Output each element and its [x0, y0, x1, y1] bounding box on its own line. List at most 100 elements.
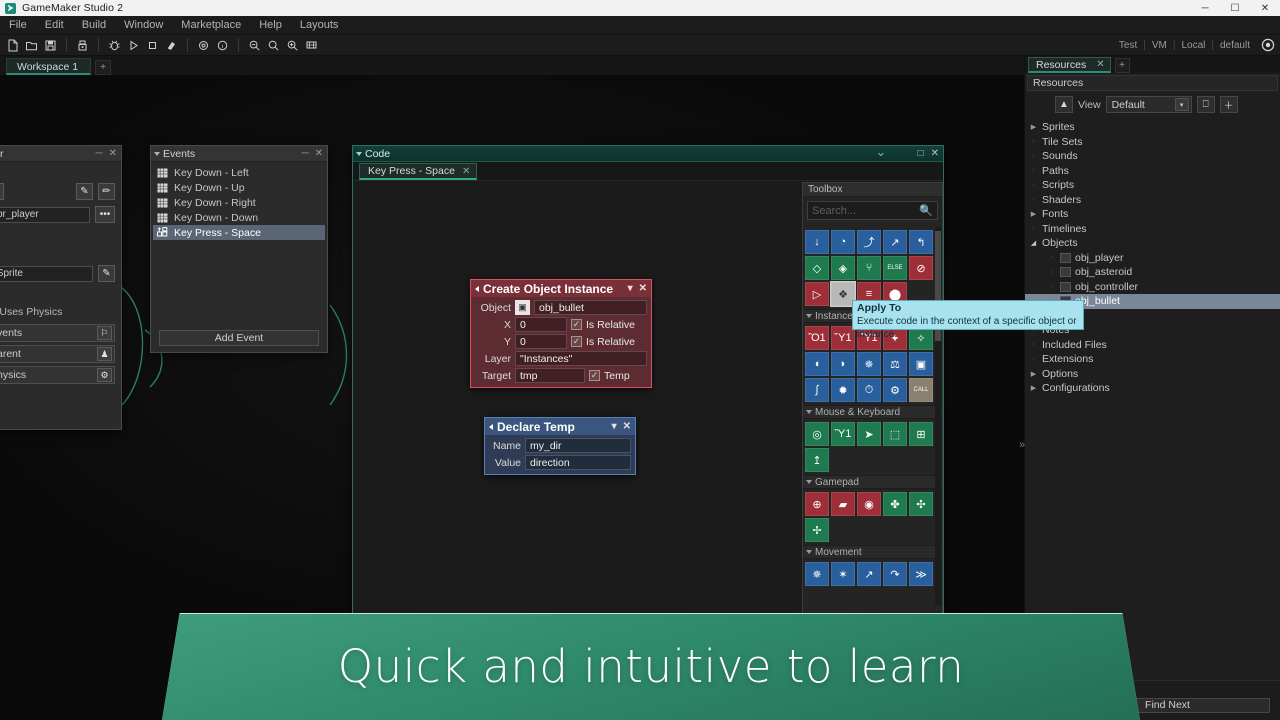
events-panel-minimize[interactable]: ─: [302, 148, 309, 159]
if-icon[interactable]: ◇: [805, 256, 829, 280]
resource-tree-item-scripts[interactable]: › Scripts: [1025, 178, 1280, 193]
x-field-value[interactable]: 0: [515, 317, 567, 332]
instance-weight-icon[interactable]: ⚖: [883, 352, 907, 376]
resource-tree-item-paths[interactable]: › Paths: [1025, 164, 1280, 179]
resource-tree-item-configurations[interactable]: ▶ Configurations: [1025, 381, 1280, 396]
gamepad-dpad3-icon[interactable]: ✢: [805, 518, 829, 542]
event-item-key-down-right[interactable]: Key Down - Right: [153, 195, 325, 210]
instance-grid-icon[interactable]: ✹: [831, 378, 855, 402]
collapsed-triangle-icon[interactable]: ▶: [1029, 370, 1038, 378]
move-path-icon[interactable]: ↷: [883, 562, 907, 586]
status-config[interactable]: default: [1214, 38, 1256, 53]
action-block-declare-temp[interactable]: Declare Temp ▾ ✕ Name my_dir Value direc…: [484, 417, 636, 475]
search-icon[interactable]: 🔍: [919, 204, 933, 217]
object-picker-icon[interactable]: ▣: [515, 300, 530, 315]
gamepad-dpad-icon[interactable]: ✤: [883, 492, 907, 516]
collapsed-triangle-icon[interactable]: ▶: [1029, 210, 1038, 218]
clean-icon[interactable]: [163, 37, 180, 54]
mouse-pointer-icon[interactable]: ➤: [857, 422, 881, 446]
menu-edit[interactable]: Edit: [36, 16, 73, 35]
zoom-fit-icon[interactable]: [303, 37, 320, 54]
status-runtime[interactable]: VM: [1146, 38, 1173, 53]
toolbox-section-movement[interactable]: Movement: [803, 545, 942, 559]
y-field-value[interactable]: 0: [515, 334, 567, 349]
event-item-key-down-up[interactable]: Key Down - Up: [153, 180, 325, 195]
toolbox-scroll-area[interactable]: ↓ ◔ ⤴ ↗ ↰ ◇ ◈ ⑂ ELSE ⊘ ▷ ❖ ≡ ⬤ Instances Ὂ1 Ὕ1 Ὕ1 ✦ ✧ ◖ ◗ ✵ ⚖ ▣ ∫…: [803, 227, 942, 605]
add-event-button[interactable]: Add Event: [159, 330, 319, 346]
collapsed-triangle-icon[interactable]: ▶: [1029, 123, 1038, 131]
mouse-target-icon[interactable]: ◎: [805, 422, 829, 446]
declare-temp-dropdown-icon[interactable]: ▾: [612, 421, 617, 432]
status-device[interactable]: Local: [1175, 38, 1211, 53]
gamepad-button-icon[interactable]: ◉: [857, 492, 881, 516]
target-field-value[interactable]: tmp: [515, 368, 585, 383]
add-workspace-button[interactable]: +: [95, 60, 112, 75]
sprite-field[interactable]: spr_player: [0, 206, 90, 223]
edit-mask-icon[interactable]: ✎: [98, 265, 115, 282]
open-project-icon[interactable]: [23, 37, 40, 54]
move-speed-icon[interactable]: ≫: [909, 562, 933, 586]
keyboard-press-icon[interactable]: ⊞: [909, 422, 933, 446]
if-else-icon[interactable]: ◈: [831, 256, 855, 280]
resource-tree-item-sprites[interactable]: ▶ Sprites: [1025, 120, 1280, 135]
resource-tree-item-options[interactable]: ▶ Options: [1025, 367, 1280, 382]
sprite-more-button[interactable]: •••: [95, 206, 115, 223]
chevron-down-icon[interactable]: ▾: [1174, 98, 1189, 111]
create-instance-close-icon[interactable]: ✕: [639, 283, 647, 294]
resource-tree-item-obj-player[interactable]: › obj_player: [1025, 251, 1280, 266]
new-sprite-icon[interactable]: ✏: [98, 183, 115, 200]
collapse-all-icon[interactable]: ▲: [1055, 96, 1073, 113]
action-block-create-object-instance[interactable]: Create Object Instance ▾ ✕ Object ▣ obj_…: [470, 279, 652, 388]
collapsed-triangle-icon[interactable]: ▶: [1029, 384, 1038, 392]
expanded-triangle-icon[interactable]: ◢: [1029, 239, 1038, 247]
resource-tree-item-sounds[interactable]: › Sounds: [1025, 149, 1280, 164]
instance-sprite-icon[interactable]: ▣: [909, 352, 933, 376]
zoom-reset-icon[interactable]: [265, 37, 282, 54]
menu-file[interactable]: File: [0, 16, 36, 35]
events-panel-close[interactable]: ✕: [315, 148, 323, 159]
instance-alarm-icon[interactable]: ⏱: [857, 378, 881, 402]
temp-variable-icon[interactable]: ◔: [831, 230, 855, 254]
create-instance-dropdown-icon[interactable]: ▾: [628, 283, 633, 294]
resource-tree-item-tile-sets[interactable]: › Tile Sets: [1025, 135, 1280, 150]
keyboard-release-icon[interactable]: ↥: [805, 448, 829, 472]
gamepad-axis-icon[interactable]: ⊕: [805, 492, 829, 516]
save-project-icon[interactable]: [42, 37, 59, 54]
move-free-icon[interactable]: ✶: [831, 562, 855, 586]
close-button[interactable]: ✕: [1250, 0, 1280, 16]
minimize-button[interactable]: ─: [1190, 0, 1220, 16]
variable-arrow-icon[interactable]: ↗: [883, 230, 907, 254]
resource-tree-item-shaders[interactable]: › Shaders: [1025, 193, 1280, 208]
assign-vector-icon[interactable]: ⤴: [857, 230, 881, 254]
layer-field-value[interactable]: "Instances": [515, 351, 647, 366]
code-window-maximize[interactable]: □: [918, 148, 924, 159]
exit-event-icon[interactable]: ⊘: [909, 256, 933, 280]
collapse-triangle-icon[interactable]: [154, 151, 160, 156]
new-project-icon[interactable]: [4, 37, 21, 54]
duplicate-view-icon[interactable]: ⎕: [1196, 96, 1215, 113]
resource-tree-item-extensions[interactable]: › Extensions: [1025, 352, 1280, 367]
workspace-tab[interactable]: Workspace 1: [6, 58, 92, 75]
maximize-button[interactable]: ☐: [1220, 0, 1250, 16]
instance-scatter-icon[interactable]: ✵: [857, 352, 881, 376]
resource-tree-item-timelines[interactable]: › Timelines: [1025, 222, 1280, 237]
target-temp-checkbox[interactable]: ✓: [589, 370, 600, 381]
name-field-value[interactable]: my_dir: [525, 438, 631, 453]
move-fixed-icon[interactable]: ✵: [805, 562, 829, 586]
create-instance-icon[interactable]: Ὂ1: [805, 326, 829, 350]
value-field-value[interactable]: direction: [525, 455, 631, 470]
object-panel-close[interactable]: ✕: [109, 148, 117, 159]
instance-pac-icon[interactable]: ◖: [805, 352, 829, 376]
gamepad-dpad2-icon[interactable]: ✣: [909, 492, 933, 516]
physics-button[interactable]: Physics ⚙: [0, 366, 115, 384]
x-is-relative-checkbox[interactable]: ✓: [571, 319, 582, 330]
menu-marketplace[interactable]: Marketplace: [172, 16, 250, 35]
menu-help[interactable]: Help: [250, 16, 291, 35]
toolbox-search-input[interactable]: Search... 🔍: [807, 201, 938, 220]
preferences-icon[interactable]: [195, 37, 212, 54]
gamepad-rumble-icon[interactable]: ▰: [831, 492, 855, 516]
stop-icon[interactable]: [144, 37, 161, 54]
zoom-out-icon[interactable]: [246, 37, 263, 54]
resource-tree[interactable]: ▶ Sprites › Tile Sets › Sounds › Paths › Scripts ›…: [1025, 118, 1280, 396]
code-tab-key-press-space[interactable]: Key Press - Space ✕: [359, 163, 478, 180]
